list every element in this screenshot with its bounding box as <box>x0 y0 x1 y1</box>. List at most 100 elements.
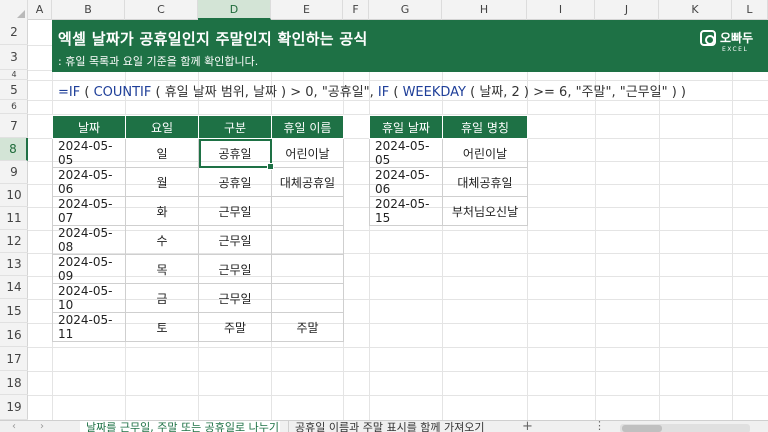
active-cell[interactable]: 공휴일 <box>198 138 275 171</box>
row-header-18[interactable]: 18 <box>0 371 28 395</box>
select-all-triangle-icon <box>17 10 25 18</box>
row-header-10[interactable]: 10 <box>0 184 28 207</box>
table-row: 2024-05-05 어린이날 <box>369 138 528 168</box>
column-header-bar: A B C D E F G H I J K L <box>0 0 768 20</box>
table-row: 2024-05-07 화 근무일 <box>52 196 344 226</box>
column-header-b[interactable]: B <box>52 0 125 20</box>
sheet-tab-bar: ‹ › 날짜를 근무일, 주말 또는 공휴일로 나누기 공휴일 이름과 주말 표… <box>0 420 768 432</box>
cell-category[interactable]: 주말 <box>198 312 272 342</box>
row-header-bar: 2 3 4 5 6 7 8 9 10 11 12 13 14 15 16 17 … <box>0 20 28 420</box>
cell-holiday-name[interactable] <box>271 196 344 226</box>
cell-holiday-name[interactable]: 어린이날 <box>271 138 344 168</box>
row-header-9[interactable]: 9 <box>0 161 28 184</box>
more-options-icon[interactable]: ⋮ <box>594 421 605 432</box>
cell-holiday-name[interactable] <box>271 225 344 255</box>
cell-date[interactable]: 2024-05-05 <box>52 138 126 168</box>
cell-category[interactable]: 근무일 <box>198 283 272 313</box>
row-header-14[interactable]: 14 <box>0 276 28 299</box>
table-row: 2024-05-11 토 주말 주말 <box>52 312 344 342</box>
cell-date[interactable]: 2024-05-06 <box>52 167 126 197</box>
column-header-g[interactable]: G <box>369 0 442 20</box>
logo-subtext: EXCEL <box>722 46 749 53</box>
next-sheet-icon[interactable]: › <box>40 421 44 432</box>
cell-holiday-title[interactable]: 부처님오신날 <box>442 196 528 226</box>
cell-holiday-title[interactable]: 대체공휴일 <box>442 167 528 197</box>
cell-date[interactable]: 2024-05-11 <box>52 312 126 342</box>
formula-paren-1: ( <box>80 85 94 100</box>
row-header-2[interactable]: 2 <box>0 20 28 45</box>
row-header-19[interactable]: 19 <box>0 395 28 420</box>
cell-category[interactable]: 근무일 <box>198 254 272 284</box>
formula-countif-args: ( 휴일 날짜 범위, 날짜 ) > 0, "공휴일", <box>151 85 378 100</box>
table-row: 2024-05-10 금 근무일 <box>52 283 344 313</box>
column-header-l[interactable]: L <box>732 0 768 20</box>
cell-weekday[interactable]: 금 <box>125 283 199 313</box>
column-header-holiday-name: 휴일 이름 <box>271 115 344 139</box>
cell-weekday[interactable]: 토 <box>125 312 199 342</box>
sheet-tab-active[interactable]: 날짜를 근무일, 주말 또는 공휴일로 나누기 <box>80 421 280 432</box>
cell-holiday-name[interactable]: 주말 <box>271 312 344 342</box>
cell-weekday[interactable]: 수 <box>125 225 199 255</box>
scrollbar-thumb[interactable] <box>622 425 662 432</box>
cell-category[interactable]: 근무일 <box>198 196 272 226</box>
prev-sheet-icon[interactable]: ‹ <box>12 421 16 432</box>
column-header-d[interactable]: D <box>198 0 271 20</box>
cell-weekday[interactable]: 화 <box>125 196 199 226</box>
row-header-13[interactable]: 13 <box>0 253 28 276</box>
sheet-title: 엑셀 날짜가 공휴일인지 주말인지 확인하는 공식 <box>58 30 368 48</box>
cell-category[interactable]: 공휴일 <box>198 167 272 197</box>
formula-countif: COUNTIF <box>93 85 152 100</box>
table-header-row: 휴일 날짜 휴일 명칭 <box>369 115 528 139</box>
logo-text: 오빠두 <box>720 31 754 45</box>
row-header-6[interactable]: 6 <box>0 100 28 114</box>
cell-holiday-title[interactable]: 어린이날 <box>442 138 528 168</box>
row-header-4[interactable]: 4 <box>0 70 28 80</box>
cell-holiday-date[interactable]: 2024-05-15 <box>369 196 443 226</box>
column-header-h[interactable]: H <box>442 0 527 20</box>
select-all-corner[interactable] <box>0 0 28 20</box>
horizontal-scrollbar[interactable] <box>620 424 750 432</box>
column-header-e[interactable]: E <box>271 0 343 20</box>
row-header-12[interactable]: 12 <box>0 230 28 253</box>
formula-weekday-args: ( 날짜, 2 ) >= 6, "주말", "근무일" ) ) <box>466 85 686 100</box>
cell-weekday[interactable]: 월 <box>125 167 199 197</box>
row-header-5[interactable]: 5 <box>0 80 28 100</box>
column-header-a[interactable]: A <box>28 0 52 20</box>
row-header-3[interactable]: 3 <box>0 45 28 70</box>
table-header-row: 날짜 요일 구분 휴일 이름 <box>52 115 344 139</box>
formula-text: =IF ( COUNTIF ( 휴일 날짜 범위, 날짜 ) > 0, "공휴일… <box>58 81 686 100</box>
cell-holiday-name[interactable] <box>271 283 344 313</box>
cell-weekday[interactable]: 목 <box>125 254 199 284</box>
row-header-15[interactable]: 15 <box>0 299 28 323</box>
cell-holiday-name[interactable] <box>271 254 344 284</box>
row-header-11[interactable]: 11 <box>0 207 28 230</box>
cell-holiday-name[interactable]: 대체공휴일 <box>271 167 344 197</box>
column-header-k[interactable]: K <box>659 0 732 20</box>
cell-holiday-date[interactable]: 2024-05-06 <box>369 167 443 197</box>
cell-date[interactable]: 2024-05-09 <box>52 254 126 284</box>
sheet-subtitle: : 휴일 목록과 요일 기준을 함께 확인합니다. <box>58 55 259 68</box>
cell-date[interactable]: 2024-05-10 <box>52 283 126 313</box>
formula-weekday: WEEKDAY <box>402 85 466 100</box>
column-header-i[interactable]: I <box>527 0 595 20</box>
formula-if: =IF <box>58 85 81 100</box>
column-header-date: 날짜 <box>52 115 126 139</box>
cell-date[interactable]: 2024-05-08 <box>52 225 126 255</box>
column-header-j[interactable]: J <box>595 0 659 20</box>
column-header-f[interactable]: F <box>343 0 369 20</box>
holiday-list-table: 휴일 날짜 휴일 명칭 2024-05-05 어린이날 2024-05-06 대… <box>369 115 528 226</box>
cell-holiday-date[interactable]: 2024-05-05 <box>369 138 443 168</box>
formula-paren-2: ( <box>389 85 403 100</box>
column-header-c[interactable]: C <box>125 0 198 20</box>
row-header-16[interactable]: 16 <box>0 323 28 347</box>
row-header-7[interactable]: 7 <box>0 114 28 138</box>
row-header-17[interactable]: 17 <box>0 347 28 371</box>
cell-category[interactable]: 근무일 <box>198 225 272 255</box>
add-sheet-icon[interactable]: + <box>522 421 533 432</box>
table-row: 2024-05-08 수 근무일 <box>52 225 344 255</box>
sheet-tab[interactable]: 공휴일 이름과 주말 표시를 함께 가져오기 <box>288 421 488 432</box>
cell-date[interactable]: 2024-05-07 <box>52 196 126 226</box>
cell-weekday[interactable]: 일 <box>125 138 199 168</box>
row-header-8[interactable]: 8 <box>0 138 28 161</box>
table-row: 2024-05-15 부처님오신날 <box>369 196 528 226</box>
